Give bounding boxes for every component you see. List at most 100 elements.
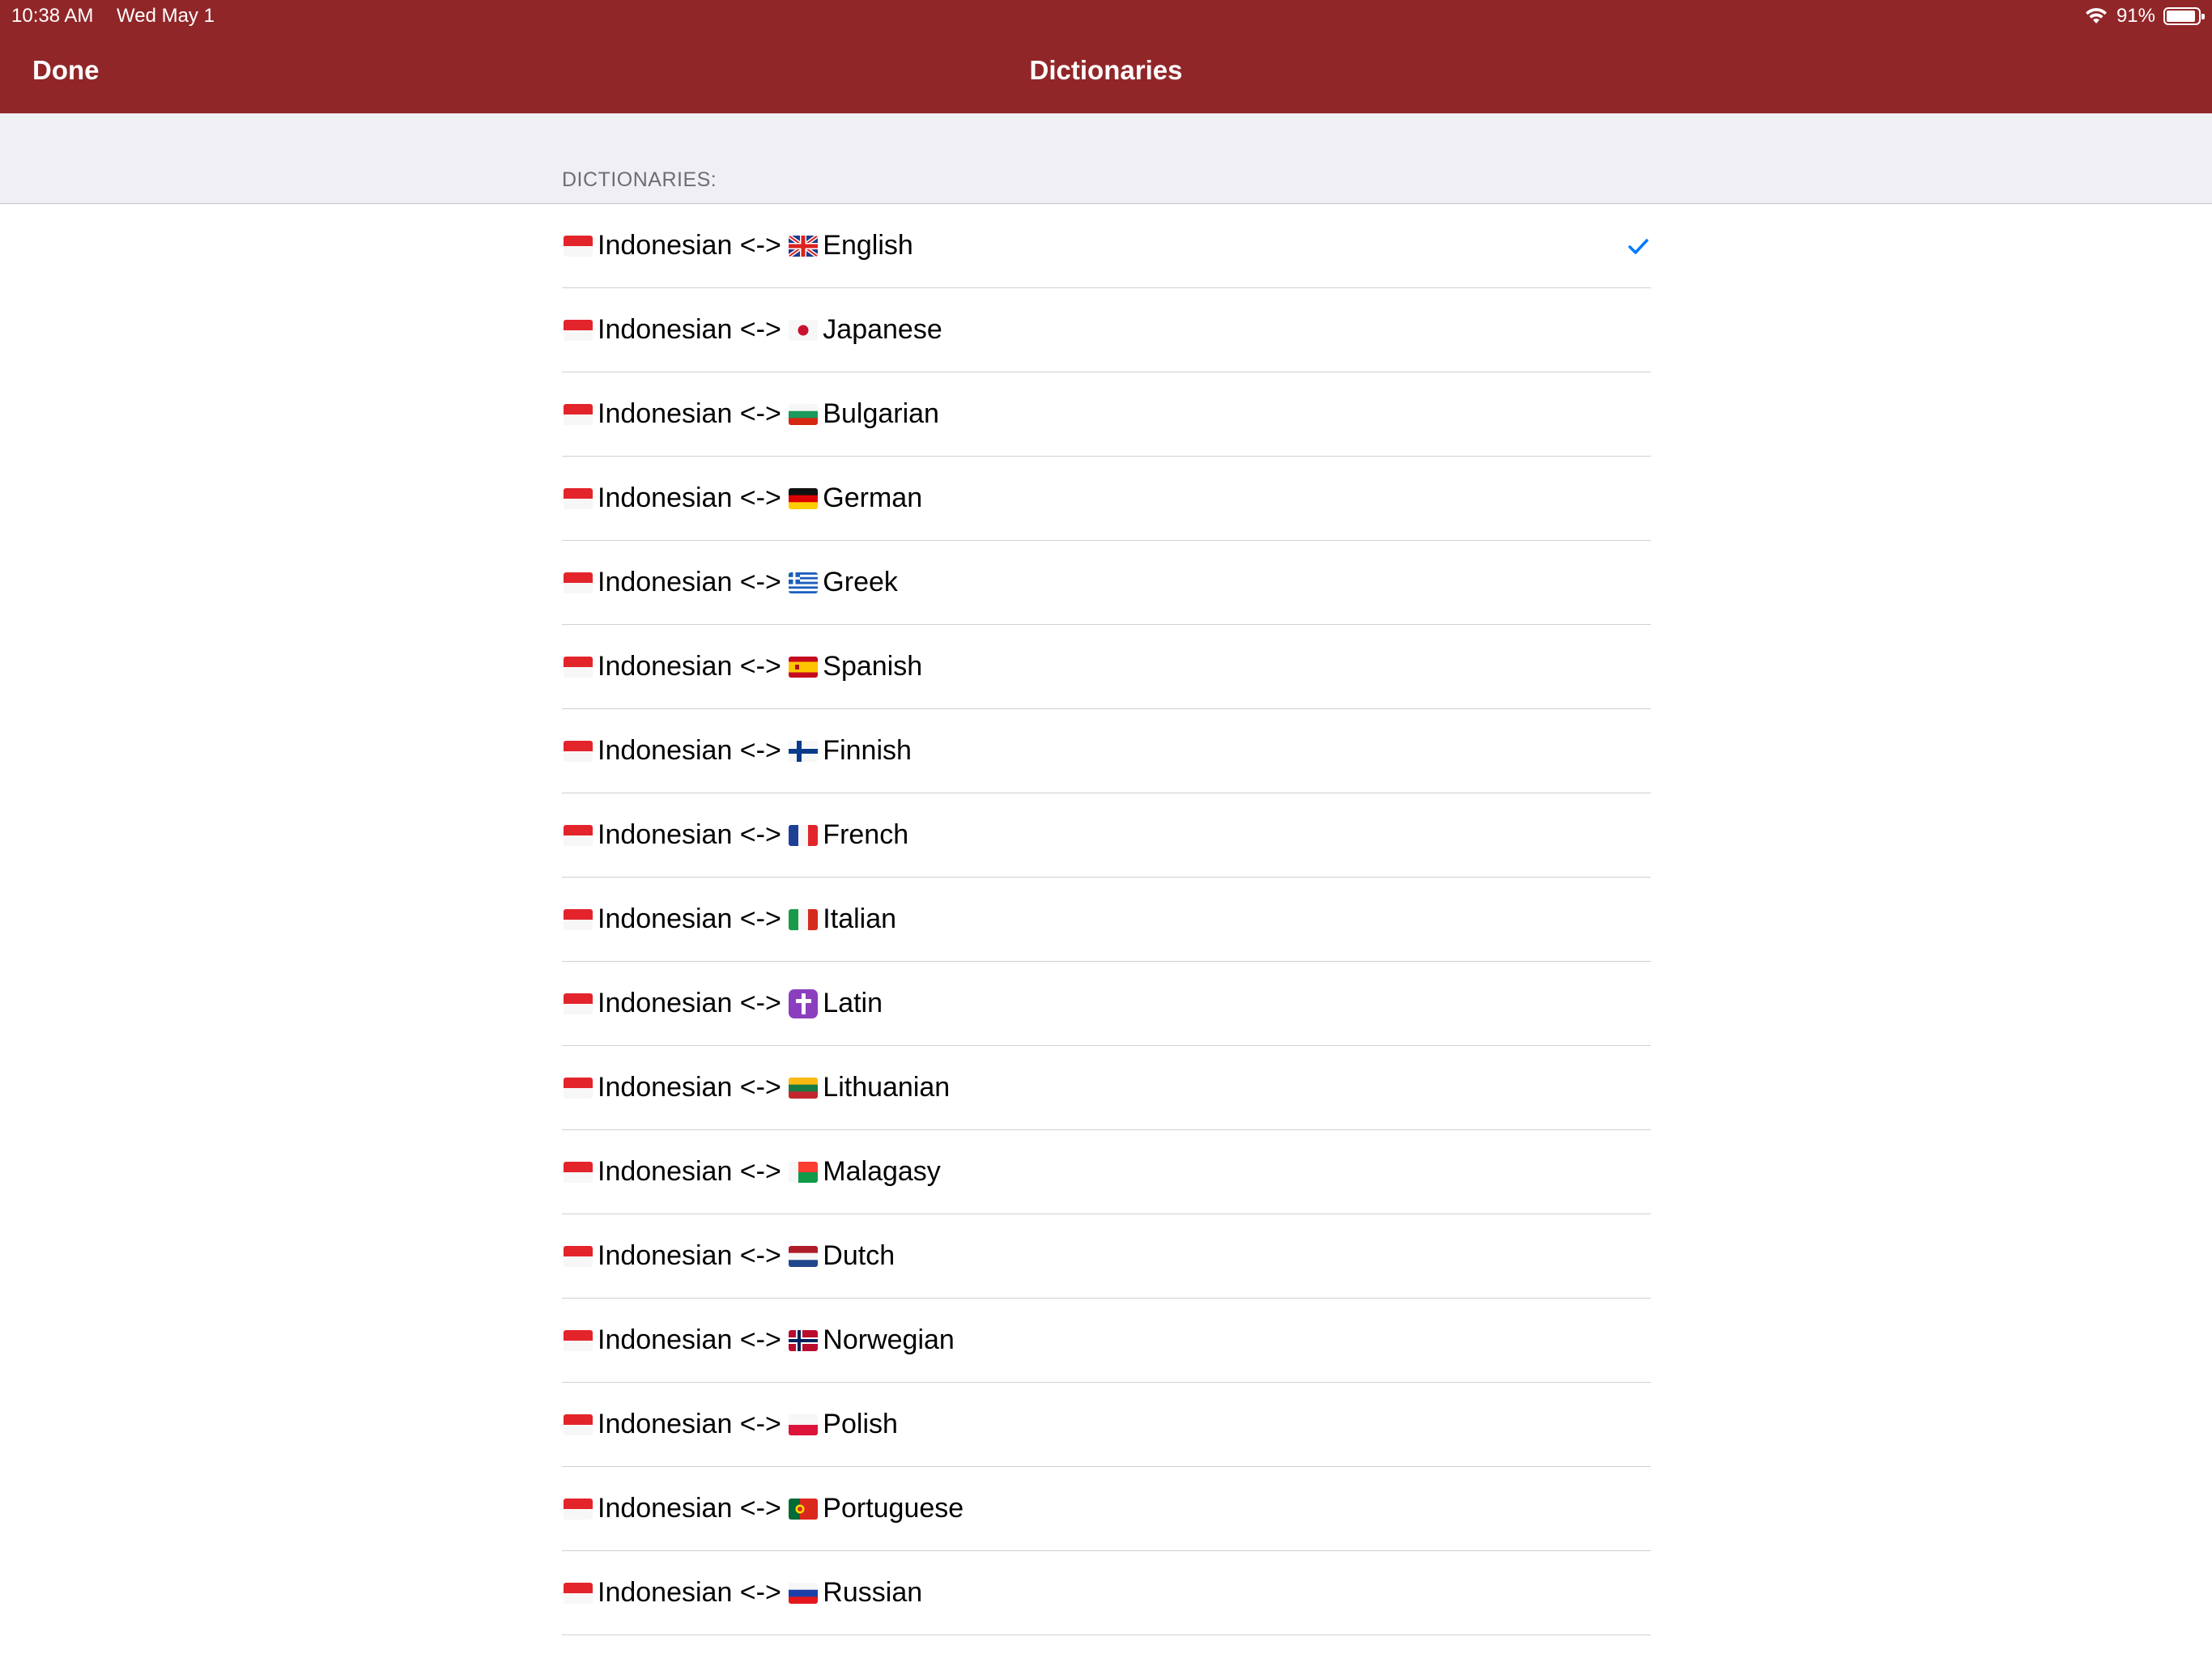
dictionary-source-label: Indonesian <->: [598, 1156, 789, 1187]
app-root: 10:38 AM Wed May 1 91% Done Dictionaries…: [0, 0, 2212, 1658]
dictionary-target-label: Finnish: [823, 735, 912, 766]
dictionary-row-german[interactable]: Indonesian <-> German: [562, 457, 1651, 541]
dictionary-target-label: Spanish: [823, 651, 923, 682]
dictionary-row-lithuanian[interactable]: Indonesian <-> Lithuanian: [562, 1046, 1651, 1130]
dictionary-source-label: Indonesian <->: [598, 1493, 789, 1524]
indonesia-flag-icon: [564, 824, 593, 846]
indonesia-flag-icon: [564, 403, 593, 425]
indonesia-flag-icon: [564, 1414, 593, 1435]
nl-flag-icon: [789, 1245, 819, 1267]
indonesia-flag-icon: [564, 1245, 593, 1267]
gr-flag-icon: [789, 572, 819, 593]
dictionary-target-label: Latin: [823, 988, 883, 1018]
indonesia-flag-icon: [564, 235, 593, 257]
dictionary-source-label: Indonesian <->: [598, 819, 789, 850]
mg-flag-icon: [789, 1161, 819, 1183]
battery-nub: [2201, 14, 2205, 19]
dictionary-row-dutch[interactable]: Indonesian <-> Dutch: [562, 1214, 1651, 1299]
dictionary-target-label: German: [823, 483, 923, 513]
battery-icon: [2163, 7, 2205, 25]
checkmark-icon: [1628, 239, 1648, 254]
indonesia-flag-icon: [564, 1582, 593, 1604]
navigation-bar: 10:38 AM Wed May 1 91% Done Dictionaries: [0, 0, 2212, 113]
dictionary-target-label: Malagasy: [823, 1156, 941, 1187]
status-time: 10:38 AM: [11, 5, 94, 27]
battery-fill: [2167, 11, 2195, 22]
indonesia-flag-icon: [564, 1161, 593, 1183]
page-title: Dictionaries: [1029, 55, 1183, 85]
jp-flag-icon: [789, 319, 819, 341]
gb-flag-icon: [789, 235, 819, 257]
dictionary-row-spanish[interactable]: Indonesian <-> Spanish: [562, 625, 1651, 709]
dictionary-source-label: Indonesian <->: [598, 903, 789, 934]
it-flag-icon: [789, 908, 819, 930]
dictionary-row-malagasy[interactable]: Indonesian <-> Malagasy: [562, 1130, 1651, 1214]
fi-flag-icon: [789, 740, 819, 762]
lt-flag-icon: [789, 1077, 819, 1099]
dictionary-target-label: Japanese: [823, 314, 942, 345]
dictionary-source-label: Indonesian <->: [598, 398, 789, 429]
dictionary-source-label: Indonesian <->: [598, 567, 789, 597]
dictionary-source-label: Indonesian <->: [598, 651, 789, 682]
indonesia-flag-icon: [564, 1077, 593, 1099]
dictionary-target-label: Portuguese: [823, 1493, 964, 1524]
dictionary-target-label: Norwegian: [823, 1324, 955, 1355]
dictionary-source-label: Indonesian <->: [598, 1577, 789, 1608]
es-flag-icon: [789, 656, 819, 678]
dictionary-source-label: Indonesian <->: [598, 314, 789, 345]
ru-flag-icon: [789, 1582, 819, 1604]
dictionary-row-greek[interactable]: Indonesian <-> Greek: [562, 541, 1651, 625]
dictionary-target-label: Bulgarian: [823, 398, 939, 429]
dictionary-row-bulgarian[interactable]: Indonesian <-> Bulgarian: [562, 372, 1651, 457]
indonesia-flag-icon: [564, 572, 593, 593]
dictionary-source-label: Indonesian <->: [598, 1072, 789, 1103]
dictionary-source-label: Indonesian <->: [598, 988, 789, 1018]
dictionary-source-label: Indonesian <->: [598, 735, 789, 766]
battery-percentage: 91%: [2116, 5, 2155, 27]
dictionary-target-label: Lithuanian: [823, 1072, 951, 1103]
indonesia-flag-icon: [564, 1329, 593, 1351]
de-flag-icon: [789, 487, 819, 509]
section-header: DICTIONARIES:: [562, 168, 717, 191]
dictionary-target-label: Dutch: [823, 1240, 895, 1271]
dictionary-target-label: French: [823, 819, 909, 850]
fr-flag-icon: [789, 824, 819, 846]
indonesia-flag-icon: [564, 1498, 593, 1520]
dictionary-target-label: Italian: [823, 903, 897, 934]
pl-flag-icon: [789, 1414, 819, 1435]
status-indicators: 91%: [2084, 3, 2205, 29]
indonesia-flag-icon: [564, 908, 593, 930]
dictionary-source-label: Indonesian <->: [598, 483, 789, 513]
dictionary-row-latin[interactable]: Indonesian <-> Latin: [562, 962, 1651, 1046]
dictionary-source-label: Indonesian <->: [598, 1409, 789, 1439]
dictionary-row-norwegian[interactable]: Indonesian <-> Norwegian: [562, 1299, 1651, 1383]
section-header-background: [0, 113, 2212, 204]
dictionary-source-label: Indonesian <->: [598, 1324, 789, 1355]
indonesia-flag-icon: [564, 487, 593, 509]
dictionary-row-japanese[interactable]: Indonesian <-> Japanese: [562, 288, 1651, 372]
dictionary-target-label: Russian: [823, 1577, 923, 1608]
dictionary-row-russian[interactable]: Indonesian <-> Russian: [562, 1551, 1651, 1635]
pt-flag-icon: [789, 1498, 819, 1520]
wifi-icon: [2085, 7, 2107, 23]
dictionary-row-portuguese[interactable]: Indonesian <-> Portuguese: [562, 1467, 1651, 1551]
dictionary-row-french[interactable]: Indonesian <-> French: [562, 793, 1651, 878]
indonesia-flag-icon: [564, 319, 593, 341]
no-flag-icon: [789, 1329, 819, 1351]
dictionary-target-label: Greek: [823, 567, 898, 597]
dictionary-source-label: Indonesian <->: [598, 230, 789, 261]
indonesia-flag-icon: [564, 993, 593, 1014]
indonesia-flag-icon: [564, 656, 593, 678]
bg-flag-icon: [789, 403, 819, 425]
latin-cross-icon: [789, 988, 819, 1018]
dictionary-target-label: Polish: [823, 1409, 898, 1439]
status-date: Wed May 1: [117, 5, 215, 27]
dictionary-source-label: Indonesian <->: [598, 1240, 789, 1271]
dictionary-row-english[interactable]: Indonesian <-> English: [562, 204, 1651, 288]
indonesia-flag-icon: [564, 740, 593, 762]
dictionary-row-italian[interactable]: Indonesian <-> Italian: [562, 878, 1651, 962]
dictionary-target-label: English: [823, 230, 913, 261]
dictionary-row-finnish[interactable]: Indonesian <-> Finnish: [562, 709, 1651, 793]
dictionary-row-polish[interactable]: Indonesian <-> Polish: [562, 1383, 1651, 1467]
dictionary-list: Indonesian <-> English Indonesian <-> Jap…: [562, 204, 1651, 1635]
